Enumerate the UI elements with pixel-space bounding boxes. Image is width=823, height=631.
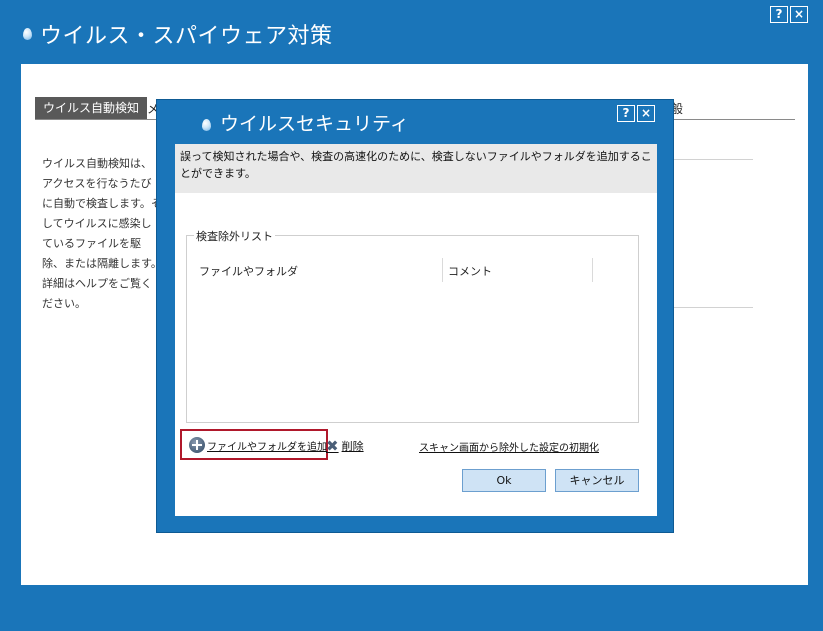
dialog-drop-icon xyxy=(202,119,211,131)
column-separator[interactable] xyxy=(442,258,443,282)
add-file-folder-link[interactable]: ファイルやフォルダを追加 xyxy=(189,437,327,453)
outer-help-button[interactable]: ? xyxy=(770,6,788,23)
cancel-button[interactable]: キャンセル xyxy=(555,469,639,492)
dialog-help-button[interactable]: ? xyxy=(617,105,635,122)
outer-description: ウイルス自動検知は、アクセスを行なうたびに自動で検査します。そしてウイルスに感染… xyxy=(42,157,162,310)
dialog-close-button[interactable]: × xyxy=(637,105,655,122)
outer-titlebar: ウイルス・スパイウェア対策 ? × xyxy=(0,0,823,64)
outer-window-title: ウイルス・スパイウェア対策 xyxy=(40,24,333,49)
dialog-title: ウイルスセキュリティ xyxy=(220,113,409,135)
tab-auto-detection[interactable]: ウイルス自動検知 xyxy=(35,97,148,119)
ok-button[interactable]: Ok xyxy=(462,469,546,492)
column-separator[interactable] xyxy=(592,258,593,282)
add-file-folder-label: ファイルやフォルダを追加 xyxy=(207,441,327,453)
exclusion-list-group: 検査除外リスト ファイルやフォルダ コメント xyxy=(186,228,639,423)
outer-close-button[interactable]: × xyxy=(790,6,808,23)
app-drop-icon xyxy=(23,28,32,40)
virus-security-dialog: ウイルスセキュリティ ? × 誤って検知された場合や、検査の高速化のために、検査… xyxy=(156,99,674,533)
dialog-info-text: 誤って検知された場合や、検査の高速化のために、検査しないファイルやフォルダを追加… xyxy=(175,144,657,193)
delete-link[interactable]: ✖ 削除 xyxy=(326,438,364,454)
dialog-body: 誤って検知された場合や、検査の高速化のために、検査しないファイルやフォルダを追加… xyxy=(175,144,657,516)
column-header-file-folder[interactable]: ファイルやフォルダ xyxy=(199,263,298,279)
reset-exclusions-link[interactable]: スキャン画面から除外した設定の初期化 xyxy=(419,439,599,454)
exclusion-list-label: 検査除外リスト xyxy=(194,228,275,244)
delete-label: 削除 xyxy=(341,440,364,453)
delete-x-icon: ✖ xyxy=(326,437,339,455)
column-header-comment[interactable]: コメント xyxy=(448,263,492,279)
plus-circle-icon xyxy=(189,437,205,453)
